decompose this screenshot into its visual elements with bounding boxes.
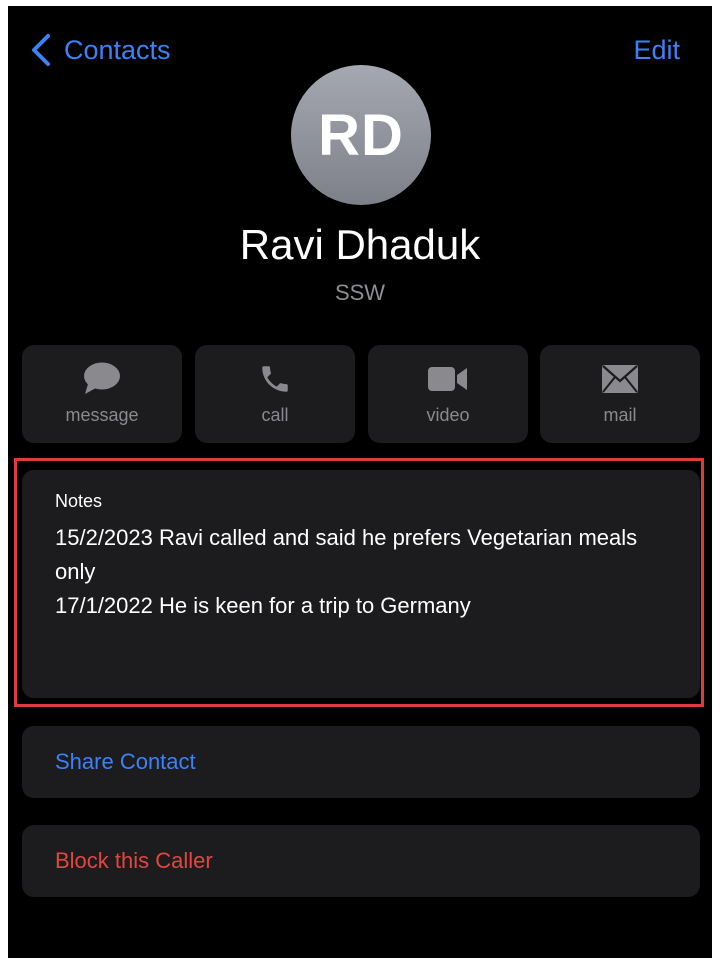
edit-button[interactable]: Edit bbox=[633, 28, 680, 72]
call-label: call bbox=[261, 405, 289, 425]
quick-actions: message call video mail bbox=[22, 345, 700, 443]
message-icon bbox=[22, 361, 182, 397]
back-button[interactable]: Contacts bbox=[30, 28, 171, 72]
notes-title: Notes bbox=[55, 491, 103, 511]
note-line: 15/2/2023 Ravi called and said he prefer… bbox=[55, 525, 638, 584]
message-label: message bbox=[65, 405, 139, 425]
avatar: RD bbox=[291, 65, 431, 205]
call-button[interactable]: call bbox=[195, 345, 355, 443]
block-caller-button[interactable]: Block this Caller bbox=[22, 825, 700, 897]
notes-card[interactable]: Notes 15/2/2023 Ravi called and said he … bbox=[22, 470, 700, 698]
chevron-left-icon bbox=[32, 34, 50, 66]
mail-icon bbox=[540, 361, 700, 397]
video-button[interactable]: video bbox=[368, 345, 528, 443]
video-icon bbox=[368, 361, 528, 397]
contact-company: SSW bbox=[334, 280, 386, 305]
notes-body: 15/2/2023 Ravi called and said he prefer… bbox=[55, 521, 668, 623]
phone-icon bbox=[195, 361, 355, 397]
contact-detail-screen: Contacts Edit RD Ravi Dhaduk SSW message… bbox=[8, 6, 712, 958]
contact-name: Ravi Dhaduk bbox=[239, 221, 481, 268]
message-button[interactable]: message bbox=[22, 345, 182, 443]
back-button-label: Contacts bbox=[64, 34, 171, 65]
mail-button[interactable]: mail bbox=[540, 345, 700, 443]
video-label: video bbox=[426, 405, 470, 425]
mail-label: mail bbox=[603, 405, 637, 425]
share-contact-button[interactable]: Share Contact bbox=[22, 726, 700, 798]
note-line: 17/1/2022 He is keen for a trip to Germa… bbox=[55, 593, 471, 618]
